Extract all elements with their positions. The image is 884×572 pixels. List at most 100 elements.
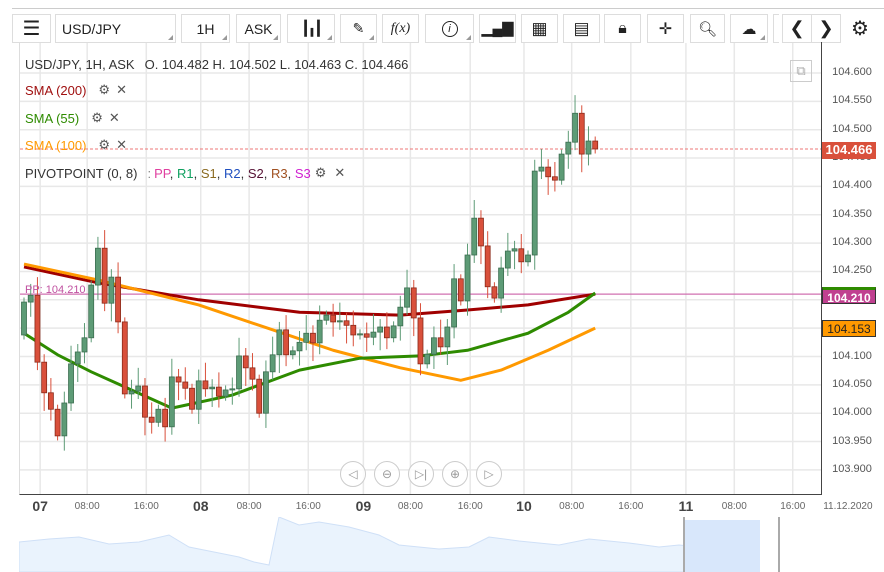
gear-icon[interactable]: ⚙ [91,110,103,126]
candle-up [498,267,505,299]
candle-up [316,319,323,344]
pivot-level-s3: S3 [294,165,311,181]
x-tick-label: 16:00 [295,501,321,512]
candle-down [162,408,169,428]
gear-icon[interactable]: ⚙ [98,137,110,153]
indicator-label: PIVOTPOINT (0, 8) [25,165,138,181]
candle-down [283,329,289,356]
candle-up [370,331,377,338]
candle-down [215,386,222,397]
separator: , [216,165,224,181]
candle-up [263,371,269,414]
candle-up [229,388,236,391]
zoom-out-button[interactable]: ⊖ [374,461,400,487]
navigator-area [19,517,700,572]
candle-down [545,166,552,178]
candle-up [209,386,216,390]
candle-down [437,337,444,348]
last-price-tag: 104.466 [822,142,876,159]
candle-up [195,380,202,410]
candle-up [269,354,276,373]
y-tick-label: 104.550 [832,94,872,107]
close-icon[interactable]: ✕ [116,137,127,153]
candle-down [121,321,128,395]
y-tick-label: 104.100 [832,349,872,362]
candle-down [578,112,585,155]
candle-down [417,317,424,365]
candle-up [565,141,572,155]
scroll-left-button[interactable]: ◁ [340,461,366,487]
pivot-level-r1: R1 [176,165,194,181]
candle-down [101,247,108,304]
expand-button[interactable]: ⧉ [790,60,812,82]
zoom-in-icon: ⊕ [449,467,461,481]
zoom-in-button[interactable]: ⊕ [442,461,468,487]
x-tick-label: 11.12.2020 [823,501,873,512]
candle-up [471,217,478,256]
candle-up [168,376,175,428]
gear-icon[interactable]: ⚙ [98,82,110,98]
candle-down [457,278,464,302]
candle-up [451,278,457,328]
close-icon[interactable]: ✕ [116,82,127,98]
candle-up [236,355,242,390]
scroll-right-button[interactable]: ▷ [476,461,502,487]
candle-up [81,337,88,353]
candle-down [47,392,54,410]
candle-down [363,333,370,338]
pp-line-label: PP: 104.210 [25,284,86,296]
x-tick-label: 16:00 [780,501,806,512]
candle-up [464,254,471,302]
candle-down [478,217,484,247]
sma100-price-tag: 104.153 [822,320,876,337]
candle-up [404,287,410,308]
candle-up [276,329,283,356]
candle-up [424,353,431,365]
candle-down [383,326,390,339]
indicator-label: SMA (100) [25,137,87,153]
candle-up [538,166,545,172]
candle-down [115,276,121,323]
triangle-right-icon: ▷ [484,467,494,481]
close-icon[interactable]: ✕ [334,165,345,181]
candle-down [175,376,182,383]
candle-up [357,333,363,336]
indicator-sma200: SMA (200) ⚙ ✕ [25,82,127,98]
candle-up [390,325,397,339]
indicator-label: SMA (55) [25,110,80,126]
y-tick-label: 103.900 [832,462,872,475]
navigator[interactable] [19,517,884,572]
candle-down [491,286,498,299]
separator: , [263,165,271,181]
candle-up [155,408,162,423]
candle-down [256,378,263,414]
x-tick-label: 08:00 [236,501,262,512]
x-tick-label: 08 [192,498,209,514]
candle-up [558,153,565,181]
candle-up [128,390,135,395]
candle-up [444,326,451,348]
candle-up [525,254,531,263]
y-tick-label: 104.400 [832,179,872,192]
x-tick-label: 09 [355,498,372,514]
candle-down [182,381,189,389]
indicator-sma100: SMA (100) ⚙ ✕ [25,137,127,153]
pivot-level-s2: S2 [247,165,264,181]
scroll-end-button[interactable]: ▷| [408,461,434,487]
candle-up [336,320,343,323]
candle-up [108,276,115,304]
y-tick-label: 104.250 [832,264,872,277]
x-tick-label: 16:00 [457,501,483,512]
separator: , [240,165,248,181]
triangle-left-icon: ◁ [348,467,358,481]
x-tick-label: 10 [516,498,532,514]
candle-up [222,389,229,397]
candle-up [95,247,101,286]
close-icon[interactable]: ✕ [109,110,120,126]
candle-up [397,306,404,327]
pivot-level-s1: S1 [200,165,217,181]
y-tick-label: 104.600 [832,66,872,78]
y-tick-label: 104.000 [832,406,872,419]
candle-up [531,170,538,256]
gear-icon[interactable]: ⚙ [315,165,327,181]
